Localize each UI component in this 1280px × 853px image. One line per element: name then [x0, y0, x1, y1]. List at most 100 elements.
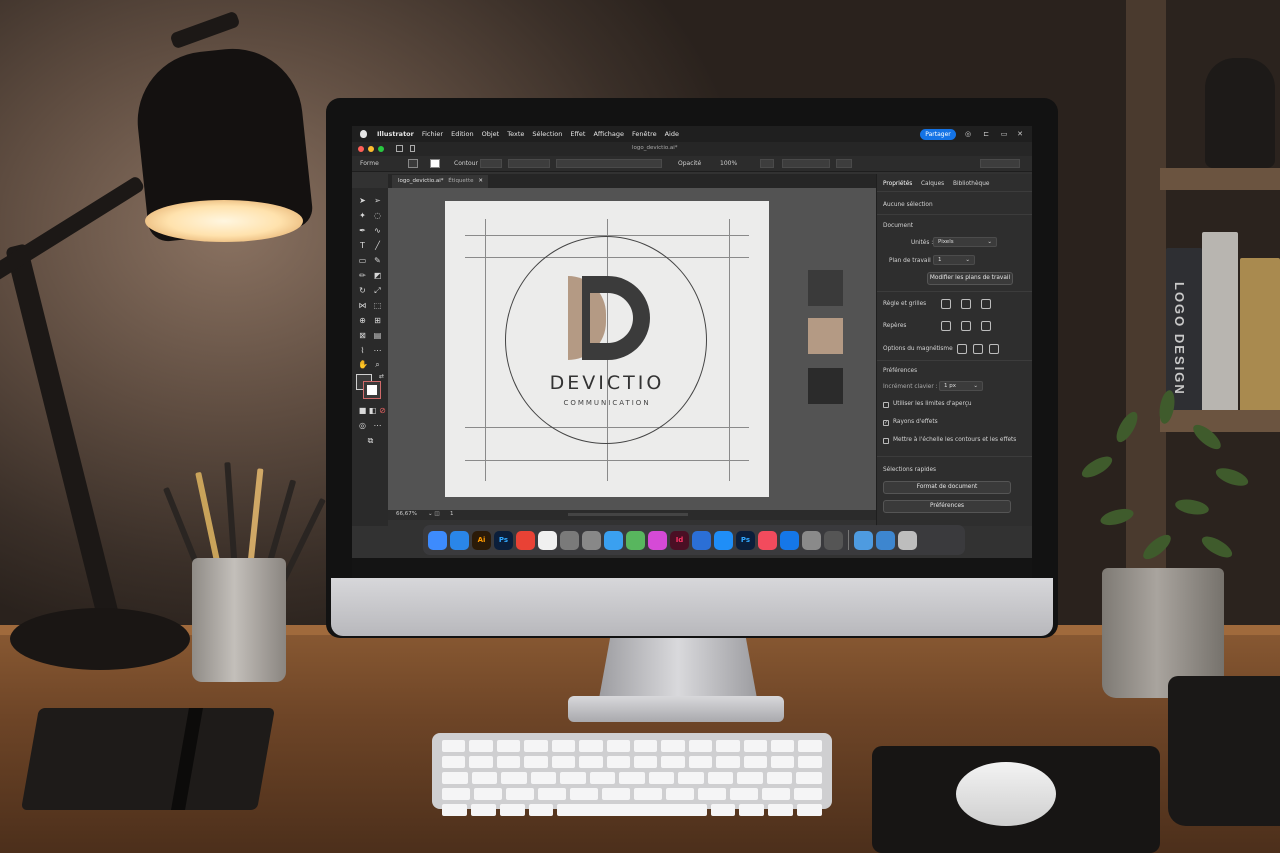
stroke-color-swatch[interactable]	[430, 159, 440, 168]
logo-tagline[interactable]: COMMUNICATION	[445, 399, 769, 407]
zoom-level[interactable]: 66,67%	[396, 511, 417, 517]
status-scrollbar[interactable]	[568, 513, 688, 516]
edit-toolbar-icon[interactable]: ⋯	[373, 421, 382, 430]
scale-strokes-checkbox[interactable]	[883, 438, 889, 444]
style-field[interactable]	[760, 159, 774, 168]
xd-icon[interactable]	[648, 530, 667, 550]
menu-app-name[interactable]: Illustrator	[377, 130, 414, 138]
apple-icon[interactable]	[360, 130, 367, 138]
gear-icon[interactable]	[824, 530, 843, 550]
ruler-icon[interactable]	[941, 299, 951, 309]
grid-icon[interactable]	[961, 299, 971, 309]
eraser-tool-icon[interactable]: ◩	[373, 271, 382, 280]
guides-show-icon[interactable]	[941, 321, 951, 331]
stroke-weight-field[interactable]	[480, 159, 502, 168]
snap-glyph-icon[interactable]	[989, 344, 999, 354]
gradient-mode-icon[interactable]: ◧	[368, 406, 377, 415]
units-select[interactable]: Pixels ⌄	[933, 237, 997, 247]
artboard-select[interactable]: 1 ⌄	[933, 255, 975, 265]
tab-properties[interactable]: Propriétés	[883, 181, 912, 187]
home-icon[interactable]	[396, 145, 403, 152]
magic-wand-tool-icon[interactable]: ✦	[358, 211, 367, 220]
paintbrush-tool-icon[interactable]: ✎	[373, 256, 382, 265]
logo-brand-name[interactable]: DEVICTIO	[445, 372, 769, 394]
rotate-tool-icon[interactable]: ↻	[358, 286, 367, 295]
safari-icon[interactable]	[450, 530, 469, 550]
screen-mode-icon[interactable]: ⧉	[366, 436, 375, 445]
eyedropper-tool-icon[interactable]: ⌇	[358, 346, 367, 355]
blend-tool-icon[interactable]: ⋯	[373, 346, 382, 355]
window-close-dot[interactable]	[358, 146, 364, 152]
system-icon[interactable]	[560, 530, 579, 550]
fill-color-swatch[interactable]	[408, 159, 418, 168]
illustrator-icon[interactable]: Ai	[472, 530, 491, 550]
search-icon[interactable]: ◎	[964, 130, 972, 138]
pencil-tool-icon[interactable]: ✏	[358, 271, 367, 280]
document-tab[interactable]: logo_devictio.ai* Étiquette ✕	[392, 175, 488, 188]
appstore2-icon[interactable]	[780, 530, 799, 550]
panel-toggle-field[interactable]	[980, 159, 1020, 168]
variable-width-field[interactable]	[508, 159, 550, 168]
appstore-icon[interactable]	[714, 530, 733, 550]
selection-tool-icon[interactable]: ➤	[358, 196, 367, 205]
photos-icon[interactable]	[538, 530, 557, 550]
scale-tool-icon[interactable]: ⤢	[373, 286, 382, 295]
tab-close-icon[interactable]: ✕	[478, 178, 483, 184]
color-swatch-tan[interactable]	[808, 318, 843, 354]
none-mode-icon[interactable]: ⊘	[378, 406, 387, 415]
menu-item-type[interactable]: Texte	[507, 130, 524, 138]
tab-layers[interactable]: Calques	[921, 181, 944, 187]
photoshop2-icon[interactable]: Ps	[736, 530, 755, 550]
menu-item-object[interactable]: Objet	[482, 130, 500, 138]
menu-item-edit[interactable]: Edition	[451, 130, 474, 138]
photoshop-icon[interactable]: Ps	[494, 530, 513, 550]
scale-corners-checkbox[interactable]: ✓	[883, 420, 889, 426]
width-tool-icon[interactable]: ⋈	[358, 301, 367, 310]
chrome-icon[interactable]	[516, 530, 535, 550]
transform-field[interactable]	[836, 159, 852, 168]
line-tool-icon[interactable]: ╱	[373, 241, 382, 250]
perspective-tool-icon[interactable]: ⊞	[373, 316, 382, 325]
menu-item-file[interactable]: Fichier	[422, 130, 443, 138]
color-swatch-dark[interactable]	[808, 270, 843, 306]
menu-item-view[interactable]: Affichage	[593, 130, 624, 138]
indesign-icon[interactable]: Id	[670, 530, 689, 550]
color-swatch-black[interactable]	[808, 368, 843, 404]
menu-item-help[interactable]: Aide	[665, 130, 679, 138]
mesh-tool-icon[interactable]: ⊠	[358, 331, 367, 340]
menu-item-effect[interactable]: Effet	[570, 130, 585, 138]
document-setup-button[interactable]: Format de document	[883, 481, 1011, 494]
folder2-icon[interactable]	[876, 530, 895, 550]
settings-icon[interactable]	[802, 530, 821, 550]
lasso-tool-icon[interactable]: ◌	[373, 211, 382, 220]
curvature-tool-icon[interactable]: ∿	[373, 226, 382, 235]
snap-pixel-icon[interactable]	[973, 344, 983, 354]
pixel-grid-icon[interactable]	[981, 299, 991, 309]
menu-item-select[interactable]: Sélection	[532, 130, 562, 138]
opacity-value[interactable]: 100%	[720, 160, 737, 167]
document-icon[interactable]	[410, 145, 415, 152]
finder-icon[interactable]	[428, 530, 447, 550]
keyboard-increment-field[interactable]: 1 px ⌄	[939, 381, 983, 391]
smart-guides-icon[interactable]	[981, 321, 991, 331]
window-zoom-dot[interactable]	[378, 146, 384, 152]
hand-tool-icon[interactable]: ✋	[358, 360, 368, 369]
shape-builder-tool-icon[interactable]: ⊕	[358, 316, 367, 325]
folder-icon[interactable]	[854, 530, 873, 550]
canvas[interactable]: DEVICTIO COMMUNICATION	[388, 188, 876, 518]
color-mode-icon[interactable]: ■	[358, 406, 367, 415]
align-field[interactable]	[782, 159, 830, 168]
pen-tool-icon[interactable]: ✒	[358, 226, 367, 235]
maps-icon[interactable]	[626, 530, 645, 550]
tab-libraries[interactable]: Bibliothèque	[953, 181, 989, 187]
window-minimize-dot[interactable]	[368, 146, 374, 152]
gradient-tool-icon[interactable]: ▤	[373, 331, 382, 340]
stroke-swatch[interactable]	[363, 381, 381, 399]
swap-colors-icon[interactable]: ⇄	[377, 372, 386, 381]
snap-point-icon[interactable]	[957, 344, 967, 354]
window-arrange-icon[interactable]: ▭	[1000, 130, 1008, 138]
free-transform-tool-icon[interactable]: ⬚	[373, 301, 382, 310]
preview-bounds-checkbox[interactable]	[883, 402, 889, 408]
acrobat-icon[interactable]	[692, 530, 711, 550]
zoom-tool-icon[interactable]: ⌕	[373, 360, 382, 369]
